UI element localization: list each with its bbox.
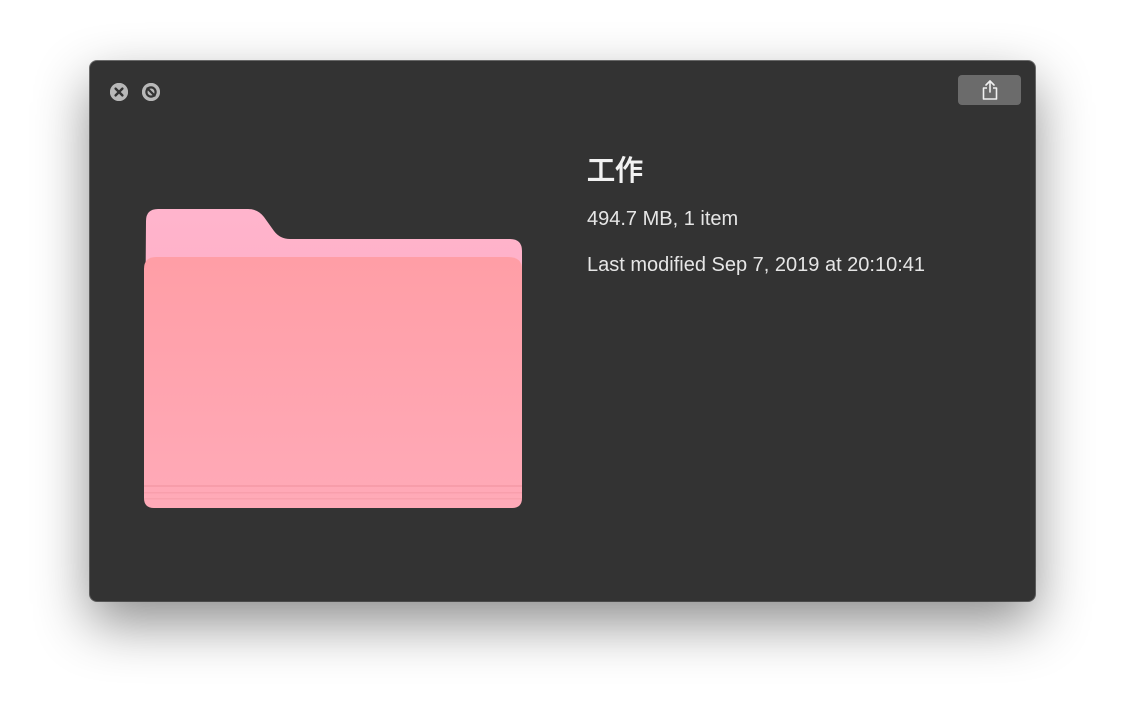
screen: 工作 494.7 MB, 1 item Last modified Sep 7,… bbox=[0, 0, 1125, 720]
file-title: 工作 bbox=[587, 154, 644, 187]
folder-icon bbox=[144, 209, 522, 508]
quick-look-window: 工作 494.7 MB, 1 item Last modified Sep 7,… bbox=[90, 61, 1035, 601]
share-button[interactable] bbox=[958, 75, 1021, 105]
fullscreen-icon bbox=[142, 83, 160, 101]
fullscreen-button[interactable] bbox=[142, 83, 160, 101]
folder-preview bbox=[140, 203, 525, 508]
close-button[interactable] bbox=[110, 83, 128, 101]
file-info-panel: 工作 494.7 MB, 1 item Last modified Sep 7,… bbox=[587, 153, 1007, 277]
close-icon bbox=[110, 83, 128, 101]
last-modified-text: Last modified Sep 7, 2019 at 20:10:41 bbox=[587, 254, 926, 276]
file-size-summary: 494.7 MB, 1 item bbox=[587, 208, 739, 230]
share-icon bbox=[982, 80, 997, 100]
